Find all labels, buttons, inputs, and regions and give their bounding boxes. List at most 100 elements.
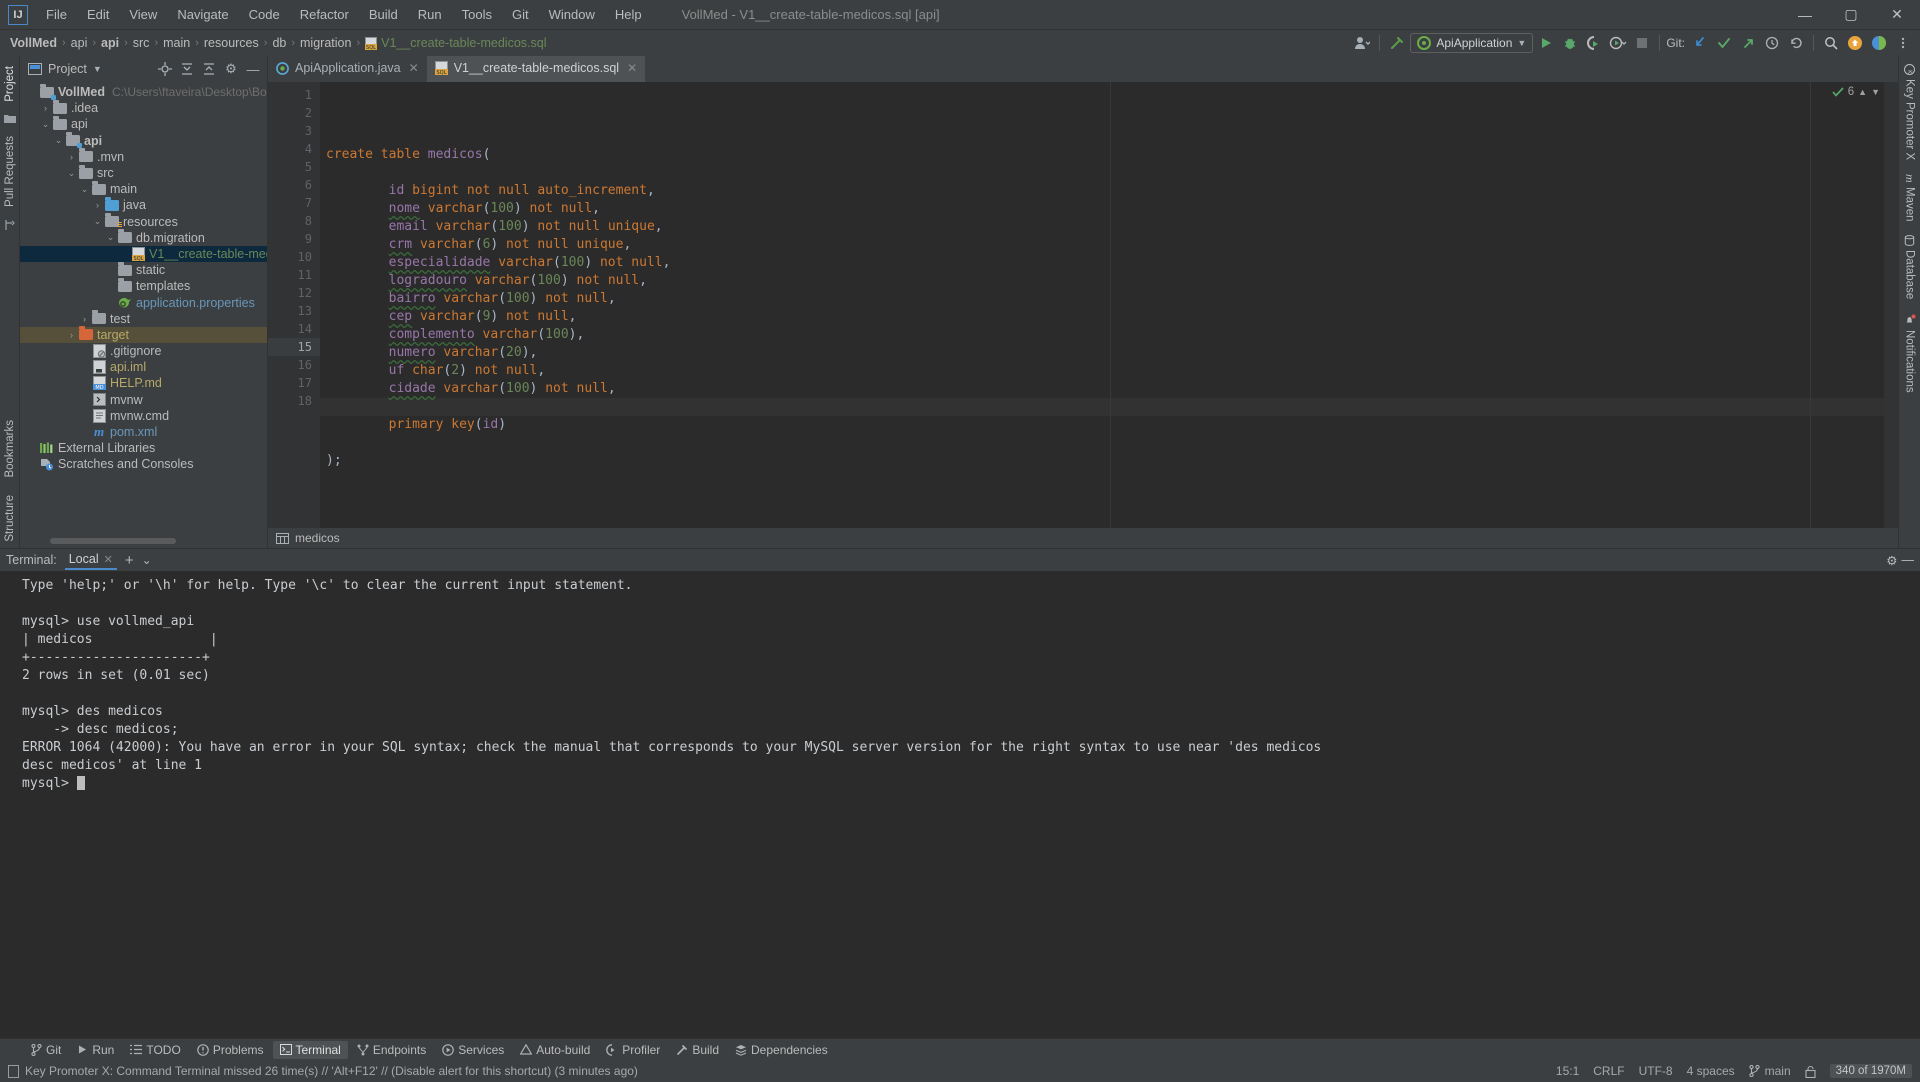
tree-node-target[interactable]: › target [20,326,267,343]
chevron-down-icon[interactable]: ⌄ [104,232,117,243]
tree-node-api[interactable]: ⌄ api [20,132,267,149]
editor-code[interactable]: create table medicos( id bigint not null… [320,82,1898,528]
terminal-output[interactable]: Type 'help;' or '\h' for help. Type '\c'… [0,571,1920,1038]
close-icon[interactable]: ✕ [104,553,113,566]
terminal-settings-gear-icon[interactable]: ⚙ [1886,553,1897,568]
memory-indicator[interactable]: 340 of 1970M [1829,1064,1912,1078]
breadcrumb-item-file[interactable]: SQL V1__create-table-medicos.sql [361,35,550,51]
code-line-7[interactable]: especialidade varchar(100) not null, [320,254,1898,272]
code-line-8[interactable]: logradouro varchar(100) not null, [320,272,1898,290]
menu-item-build[interactable]: Build [359,3,408,26]
gutter-line-8[interactable]: 8 [268,212,320,230]
terminal-hide-icon[interactable]: — [1902,553,1915,568]
tool-window-button-services[interactable]: Services [435,1041,511,1059]
tree-node-static[interactable]: static [20,261,267,278]
chevron-down-icon[interactable]: ⌄ [39,119,52,130]
breadcrumb-item-api-module[interactable]: api [97,35,123,51]
git-branch-widget[interactable]: main [1748,1064,1791,1078]
git-update-icon[interactable] [1689,32,1711,54]
locate-file-icon[interactable] [155,59,175,79]
project-settings-gear-icon[interactable]: ⚙ [221,59,241,79]
tree-node-scratches-and-consoles[interactable]: Scratches and Consoles [20,456,267,472]
sidebar-item-notifications[interactable]: Notifications [1904,312,1916,395]
chevron-right-icon[interactable]: › [39,103,52,113]
tool-window-button-build[interactable]: Build [669,1041,726,1059]
gutter-line-2[interactable]: 2 [268,104,320,122]
git-rollback-icon[interactable] [1785,32,1807,54]
tree-node-mvnw[interactable]: mvnw [20,392,267,408]
menu-item-git[interactable]: Git [502,3,539,26]
minimize-button[interactable]: — [1782,0,1828,30]
editor-status-table-label[interactable]: medicos [295,531,340,545]
tool-window-button-problems[interactable]: Problems [190,1041,271,1059]
tree-node-api[interactable]: ⌄ api [20,115,267,132]
chevron-right-icon[interactable]: › [65,152,78,162]
menu-item-navigate[interactable]: Navigate [167,3,238,26]
project-tree[interactable]: VollMed C:\Users\ftaveira\Desktop\Bootcam… [20,82,267,538]
code-line-5[interactable]: email varchar(100) not null unique, [320,218,1898,236]
status-message[interactable]: Key Promoter X: Command Terminal missed … [25,1064,638,1078]
code-line-6[interactable]: crm varchar(6) not null unique, [320,236,1898,254]
menu-item-view[interactable]: View [119,3,167,26]
gutter-line-11[interactable]: 11 [268,266,320,284]
tree-node-resources[interactable]: ⌄ resources [20,213,267,230]
terminal-options-chevron-icon[interactable]: ⌄ [142,553,152,567]
run-with-coverage-button[interactable] [1583,32,1605,54]
run-button[interactable] [1535,32,1557,54]
menu-item-refactor[interactable]: Refactor [290,3,359,26]
menu-item-code[interactable]: Code [239,3,290,26]
breadcrumb-item-api[interactable]: api [67,35,92,51]
caret-position[interactable]: 15:1 [1556,1064,1579,1078]
tree-node-idea[interactable]: › .idea [20,99,267,116]
tree-node-pom-xml[interactable]: m pom.xml [20,424,267,440]
tree-node-templates[interactable]: templates [20,277,267,294]
tool-window-button-git[interactable]: Git [24,1041,68,1059]
code-line-15[interactable] [320,398,1898,416]
editor-marker-panel[interactable] [1884,82,1898,528]
tree-node-test[interactable]: › test [20,310,267,327]
profiler-button[interactable] [1607,32,1629,54]
git-history-icon[interactable] [1761,32,1783,54]
tree-node-v1-create-table-medicos-sql[interactable]: SQL V1__create-table-medicos.sql [20,245,267,263]
gutter-line-3[interactable]: 3 [268,122,320,140]
settings-gear-icon[interactable] [1868,32,1890,54]
menu-item-edit[interactable]: Edit [77,3,119,26]
gutter-line-10[interactable]: 10 [268,248,320,266]
code-line-11[interactable]: complemento varchar(100), [320,326,1898,344]
menu-item-help[interactable]: Help [605,3,652,26]
tool-window-button-auto-build[interactable]: Auto-build [513,1041,597,1059]
code-line-2[interactable] [320,164,1898,182]
chevron-right-icon[interactable]: › [91,200,104,210]
gutter-line-18[interactable]: 18 [268,392,320,410]
breadcrumb-item-vollmed[interactable]: VollMed [6,35,61,51]
sidebar-item-key-promoter[interactable]: K Key Promoter X [1904,62,1916,162]
breadcrumb-item-migration[interactable]: migration [296,35,355,51]
sidebar-item-structure[interactable]: Structure [2,489,18,548]
code-line-10[interactable]: cep varchar(9) not null, [320,308,1898,326]
code-line-17[interactable] [320,434,1898,452]
code-line-12[interactable]: numero varchar(20), [320,344,1898,362]
maximize-button[interactable]: ▢ [1828,0,1874,30]
collapse-all-icon[interactable] [199,59,219,79]
debug-button[interactable] [1559,32,1581,54]
project-chevron-down-icon[interactable]: ▼ [93,64,102,74]
sidebar-item-maven[interactable]: m Maven [1902,172,1917,223]
tree-node-src[interactable]: ⌄ src [20,164,267,181]
tree-node-java[interactable]: › java [20,196,267,213]
expand-all-icon[interactable] [177,59,197,79]
editor-tab-apiapplication-java[interactable]: ApiApplication.java ✕ [268,56,427,82]
project-tree-hscrollbar[interactable] [20,538,267,548]
close-icon[interactable]: ✕ [627,61,637,75]
sidebar-item-project[interactable]: Project [2,60,18,108]
gutter-line-4[interactable]: 4 [268,140,320,158]
chevron-down-icon[interactable]: ⌄ [78,184,91,195]
code-line-3[interactable]: id bigint not null auto_increment, [320,182,1898,200]
tree-node-mvnw-cmd[interactable]: mvnw.cmd [20,408,267,424]
tree-node-db-migration[interactable]: ⌄ db.migration [20,229,267,246]
breadcrumb-item-main[interactable]: main [159,35,194,51]
close-button[interactable]: ✕ [1874,0,1920,30]
gutter-line-9[interactable]: 9 [268,230,320,248]
tool-window-button-run[interactable]: Run [70,1041,121,1059]
gutter-line-1[interactable]: 1⊟ [268,86,330,104]
gutter-line-16[interactable]: 16 [268,356,320,374]
